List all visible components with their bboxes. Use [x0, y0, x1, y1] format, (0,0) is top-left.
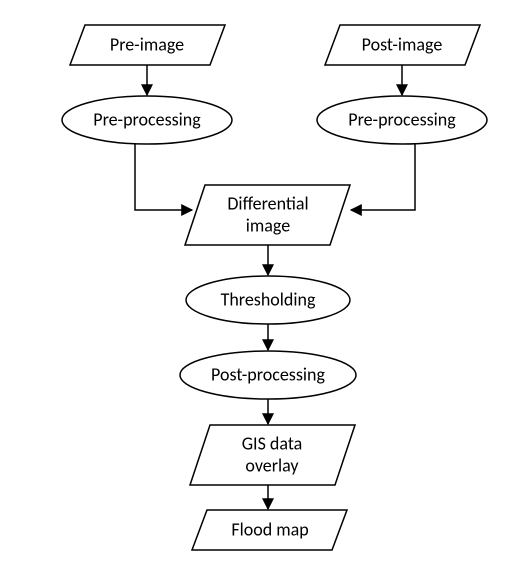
node-post-processing: Post-processing: [180, 351, 356, 399]
flowchart: Pre-image Post-image Pre-processing Pre-…: [0, 0, 529, 561]
node-pre-image: Pre-image: [70, 25, 225, 65]
node-pre-processing-right: Pre-processing: [317, 96, 487, 144]
label-diff-2: image: [246, 214, 290, 236]
label-gis-2: overlay: [245, 454, 299, 476]
node-flood-map: Flood map: [192, 510, 347, 550]
node-pre-processing-left: Pre-processing: [62, 96, 232, 144]
label-pre-processing-right: Pre-processing: [348, 108, 456, 130]
label-post-image: Post-image: [362, 33, 443, 55]
label-pre-processing-left: Pre-processing: [93, 108, 201, 130]
edge-preproc-l-to-diff: [135, 144, 192, 210]
node-gis-overlay: GIS data overlay: [190, 425, 355, 485]
node-differential-image: Differential image: [185, 185, 350, 245]
node-thresholding: Thresholding: [186, 276, 350, 324]
label-gis-1: GIS data: [242, 432, 303, 454]
label-post-processing: Post-processing: [211, 363, 325, 385]
label-thresholding: Thresholding: [221, 288, 316, 310]
label-pre-image: Pre-image: [110, 33, 184, 55]
label-diff-1: Differential: [227, 192, 308, 214]
node-post-image: Post-image: [325, 25, 480, 65]
edge-preproc-r-to-diff: [351, 144, 415, 210]
label-flood-map: Flood map: [231, 518, 308, 540]
